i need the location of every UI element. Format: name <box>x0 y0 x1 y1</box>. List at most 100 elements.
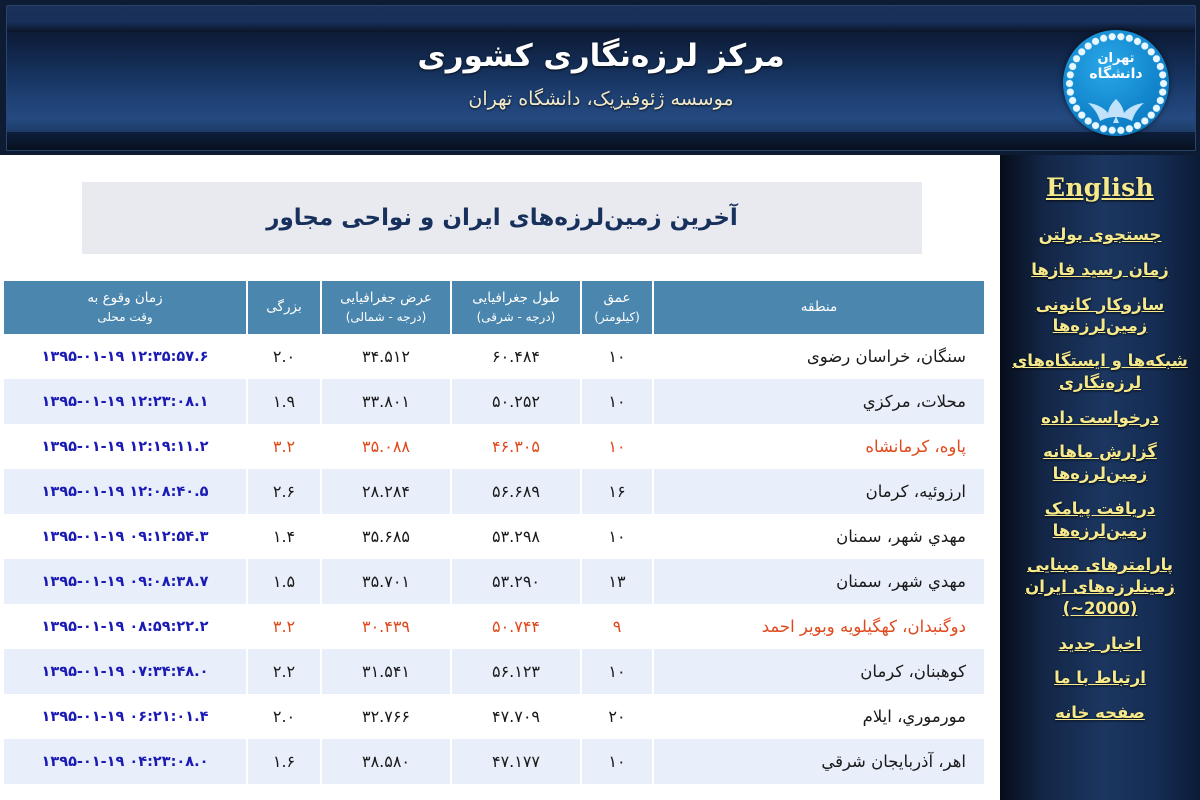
col-header-label: منطقه <box>800 298 838 315</box>
sidebar-link-8[interactable]: اخبار جدید <box>1008 633 1192 655</box>
cell-longitude: ۵۶.۶۸۹ <box>452 469 580 514</box>
table-col-header-latitude[interactable]: عرض جغرافیایی (درجه - شمالی) <box>322 281 450 334</box>
cell-depth: ۱۰ <box>582 739 652 784</box>
sidebar-link-7[interactable]: پارامترهای مبنایی زمینلرزه‌های ایران (20… <box>1008 554 1192 619</box>
cell-depth: ۱۰ <box>582 334 652 379</box>
table-header-row: منطقه عمق (کیلومتر) طول جغرافیایی (درجه - شر… <box>4 281 984 334</box>
cell-region: دوگنبدان، کهگیلویه وبویر احمد <box>654 604 984 649</box>
cell-latitude: ۳۵.۷۰۱ <box>322 559 450 604</box>
cell-region: مهدي شهر، سمنان <box>654 559 984 604</box>
table-col-header-longitude[interactable]: طول جغرافیایی (درجه - شرقی) <box>452 281 580 334</box>
table-row[interactable]: ارزوئیه، کرمان ۱۶ ۵۶.۶۸۹ ۲۸.۲۸۴ ۲.۶ ۱۳۹۵-۰۱-۱… <box>4 469 984 514</box>
cell-region: مورموري، ایلام <box>654 694 984 739</box>
cell-time: ۱۳۹۵-۰۱-۱۹ ۱۲:۱۹:۱۱.۲ <box>4 424 246 469</box>
cell-longitude: ۵۳.۲۹۰ <box>452 559 580 604</box>
cell-longitude: ۴۷.۷۰۹ <box>452 694 580 739</box>
col-header-unit: (درجه - شرقی) <box>476 309 556 324</box>
table-row[interactable]: دوگنبدان، کهگیلویه وبویر احمد ۹ ۵۰.۷۴۴ ۳۰.۴… <box>4 604 984 649</box>
cell-region: کوهبنان، کرمان <box>654 649 984 694</box>
cell-magnitude: ۱.۹ <box>248 379 320 424</box>
cell-depth: ۱۰ <box>582 649 652 694</box>
col-header-label: عرض جغرافیایی <box>340 290 432 307</box>
sidebar-link-9[interactable]: ارتباط با ما <box>1008 667 1192 689</box>
cell-depth: ۱۰ <box>582 379 652 424</box>
table-col-header-depth[interactable]: عمق (کیلومتر) <box>582 281 652 334</box>
site-header: مرکز لرزه‌نگاری کشوری موسسه ژئوفیزیک، دا… <box>0 0 1200 155</box>
language-switch: English <box>1008 173 1192 202</box>
cell-magnitude: ۲.۲ <box>248 649 320 694</box>
table-row[interactable]: محلات، مرکزي ۱۰ ۵۰.۲۵۲ ۳۳.۸۰۱ ۱.۹ ۱۳۹۵-۰۱-۱۹ … <box>4 379 984 424</box>
earthquake-table: منطقه عمق (کیلومتر) طول جغرافیایی (درجه - شر… <box>2 281 986 784</box>
table-col-header-magnitude[interactable]: بزرگی <box>248 281 320 334</box>
cell-time: ۱۳۹۵-۰۱-۱۹ ۰۶:۲۱:۰۱.۴ <box>4 694 246 739</box>
cell-time: ۱۳۹۵-۰۱-۱۹ ۱۲:۳۵:۵۷.۶ <box>4 334 246 379</box>
cell-time: ۱۳۹۵-۰۱-۱۹ ۰۸:۵۹:۲۲.۲ <box>4 604 246 649</box>
sidebar-link-10[interactable]: صفحه خانه <box>1008 702 1192 724</box>
table-row[interactable]: اهر، آذربایجان شرقي ۱۰ ۴۷.۱۷۷ ۳۸.۵۸۰ ۱.۶ ۱۳۹۵… <box>4 739 984 784</box>
logo-text-university: دانشگاه <box>1089 65 1143 82</box>
table-row[interactable]: کوهبنان، کرمان ۱۰ ۵۶.۱۲۳ ۳۱.۵۴۱ ۲.۲ ۱۳۹۵-۰۱-۱… <box>4 649 984 694</box>
cell-latitude: ۳۵.۶۸۵ <box>322 514 450 559</box>
table-header: منطقه عمق (کیلومتر) طول جغرافیایی (درجه - شر… <box>4 281 984 334</box>
cell-region: سنگان، خراسان رضوی <box>654 334 984 379</box>
cell-magnitude: ۱.۴ <box>248 514 320 559</box>
col-header-unit: وقت محلی <box>97 309 153 324</box>
sidebar-link-3[interactable]: شبکه‌ها و ایستگاه‌های لرزه‌نگاری <box>1008 350 1192 394</box>
sidebar-link-2[interactable]: سازوکار کانونی زمین‌لرزه‌ها <box>1008 294 1192 338</box>
header-title-block: مرکز لرزه‌نگاری کشوری موسسه ژئوفیزیک، دا… <box>7 36 1195 112</box>
cell-magnitude: ۲.۰ <box>248 334 320 379</box>
english-link[interactable]: English <box>1046 173 1154 202</box>
table-col-header-region[interactable]: منطقه <box>654 281 984 334</box>
cell-region: محلات، مرکزي <box>654 379 984 424</box>
sidebar-link-0[interactable]: جستجوی بولتن <box>1008 224 1192 246</box>
sidebar-link-6[interactable]: دریافت پیامک زمین‌لرزه‌ها <box>1008 498 1192 542</box>
cell-magnitude: ۲.۶ <box>248 469 320 514</box>
university-logo[interactable]: تهران دانشگاه <box>1063 30 1169 136</box>
col-header-label: عمق <box>603 290 631 307</box>
page-title-band: آخرین زمین‌لرزه‌های ایران و نواحی مجاور <box>82 182 922 254</box>
logo-text-tehran: تهران <box>1097 51 1135 66</box>
table-col-header-time[interactable]: زمان وقوع به وقت محلی <box>4 281 246 334</box>
cell-latitude: ۳۵.۰۸۸ <box>322 424 450 469</box>
cell-depth: ۱۶ <box>582 469 652 514</box>
table-body: سنگان، خراسان رضوی ۱۰ ۶۰.۴۸۴ ۳۴.۵۱۲ ۲.۰ ۱۳۹۵-… <box>4 334 984 784</box>
cell-magnitude: ۳.۲ <box>248 424 320 469</box>
cell-longitude: ۵۳.۲۹۸ <box>452 514 580 559</box>
cell-longitude: ۵۰.۷۴۴ <box>452 604 580 649</box>
cell-depth: ۹ <box>582 604 652 649</box>
cell-magnitude: ۱.۵ <box>248 559 320 604</box>
right-sidebar: English جستجوی بولتن زمان رسید فازها سازوک… <box>1000 155 1200 800</box>
table-row[interactable]: سنگان، خراسان رضوی ۱۰ ۶۰.۴۸۴ ۳۴.۵۱۲ ۲.۰ ۱۳۹۵-… <box>4 334 984 379</box>
site-title: مرکز لرزه‌نگاری کشوری <box>417 38 785 74</box>
col-header-unit: (کیلومتر) <box>594 309 640 324</box>
col-header-label: طول جغرافیایی <box>472 290 560 307</box>
cell-time: ۱۳۹۵-۰۱-۱۹ ۱۲:۰۸:۴۰.۵ <box>4 469 246 514</box>
cell-latitude: ۲۸.۲۸۴ <box>322 469 450 514</box>
col-header-label: زمان وقوع به <box>87 290 163 307</box>
cell-longitude: ۵۶.۱۲۳ <box>452 649 580 694</box>
cell-region: اهر، آذربایجان شرقي <box>654 739 984 784</box>
cell-latitude: ۳۰.۴۳۹ <box>322 604 450 649</box>
sidebar-link-5[interactable]: گزارش ماهانه زمین‌لرزه‌ها <box>1008 441 1192 485</box>
cell-latitude: ۳۳.۸۰۱ <box>322 379 450 424</box>
cell-longitude: ۴۶.۳۰۵ <box>452 424 580 469</box>
table-row[interactable]: مهدي شهر، سمنان ۱۳ ۵۳.۲۹۰ ۳۵.۷۰۱ ۱.۵ ۱۳۹۵-۰۱-… <box>4 559 984 604</box>
page-title: آخرین زمین‌لرزه‌های ایران و نواحی مجاور <box>266 205 738 231</box>
cell-magnitude: ۳.۲ <box>248 604 320 649</box>
cell-region: مهدي شهر، سمنان <box>654 514 984 559</box>
cell-latitude: ۳۱.۵۴۱ <box>322 649 450 694</box>
cell-longitude: ۵۰.۲۵۲ <box>452 379 580 424</box>
cell-depth: ۱۳ <box>582 559 652 604</box>
cell-region: ارزوئیه، کرمان <box>654 469 984 514</box>
cell-latitude: ۳۲.۷۶۶ <box>322 694 450 739</box>
col-header-label: بزرگی <box>266 298 302 315</box>
sidebar-link-1[interactable]: زمان رسید فازها <box>1008 259 1192 281</box>
table-row[interactable]: پاوه، کرمانشاه ۱۰ ۴۶.۳۰۵ ۳۵.۰۸۸ ۳.۲ ۱۳۹۵-۰۱-۱… <box>4 424 984 469</box>
table-row[interactable]: مورموري، ایلام ۲۰ ۴۷.۷۰۹ ۳۲.۷۶۶ ۲.۰ ۱۳۹۵-۰۱-۱… <box>4 694 984 739</box>
table-row[interactable]: مهدي شهر، سمنان ۱۰ ۵۳.۲۹۸ ۳۵.۶۸۵ ۱.۴ ۱۳۹۵-۰۱-… <box>4 514 984 559</box>
cell-depth: ۲۰ <box>582 694 652 739</box>
sidebar-link-4[interactable]: درخواست داده <box>1008 407 1192 429</box>
header-gradient-panel: مرکز لرزه‌نگاری کشوری موسسه ژئوفیزیک، دا… <box>6 5 1196 151</box>
cell-longitude: ۶۰.۴۸۴ <box>452 334 580 379</box>
col-header-unit: (درجه - شمالی) <box>345 309 427 324</box>
